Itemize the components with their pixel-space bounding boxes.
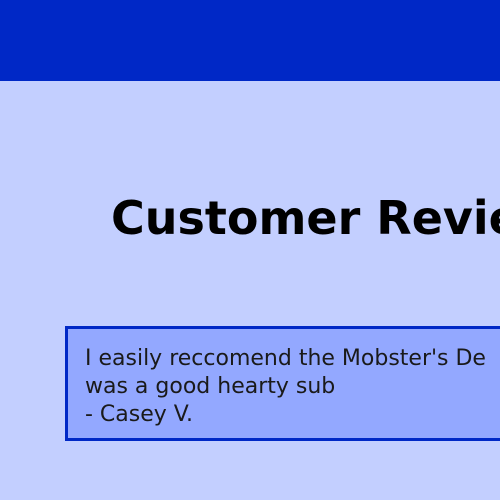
review-text-line-1: I easily reccomend the Mobster's De [85, 346, 486, 371]
page-title: Customer Revie [111, 191, 500, 245]
review-card: I easily reccomend the Mobster's De was … [65, 326, 500, 441]
page: Customer Revie I easily reccomend the Mo… [0, 0, 500, 500]
review-text: I easily reccomend the Mobster's De was … [85, 345, 486, 429]
review-author: - Casey V. [85, 402, 193, 427]
top-header-bar [0, 0, 500, 81]
review-text-line-2: was a good hearty sub [85, 374, 336, 399]
